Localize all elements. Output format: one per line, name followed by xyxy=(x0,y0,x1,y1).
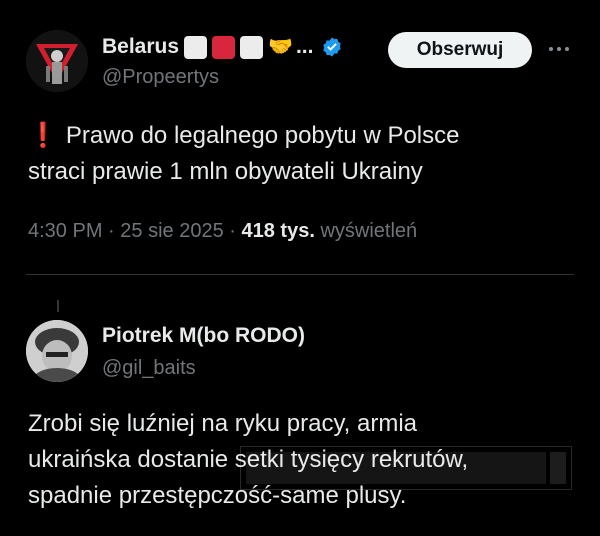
tweet-time[interactable]: 4:30 PM xyxy=(28,220,102,242)
avatar[interactable] xyxy=(26,30,88,92)
reply-text-line: ukraińska dostanie setki tysięcy rekrutó… xyxy=(28,446,469,473)
avatar-image xyxy=(26,320,88,382)
divider xyxy=(26,274,574,275)
author-name-row[interactable]: Belarus 🤝 ... xyxy=(102,34,343,60)
name-truncation: ... xyxy=(295,35,314,58)
views-count[interactable]: 418 tys. xyxy=(242,220,315,242)
reply-author-handle[interactable]: @gil_baits xyxy=(102,357,196,380)
verified-badge-icon xyxy=(323,37,342,57)
avatar-image xyxy=(26,30,88,92)
tweet-text-line: Prawo do legalnego pobytu w Polsce xyxy=(65,122,460,149)
red-square-icon xyxy=(212,35,236,59)
handshake-icon: 🤝 xyxy=(268,36,293,58)
reply-avatar[interactable] xyxy=(26,320,88,382)
author-handle[interactable]: @Propeertys xyxy=(102,66,219,89)
more-options-icon[interactable] xyxy=(544,36,574,62)
reply-text: Zrobi się luźniej na ryku pracy, armia u… xyxy=(28,406,578,514)
tweet-meta: 4:30 PM · 25 sie 2025 · 418 tys. wyświet… xyxy=(28,220,417,243)
views-label: wyświetleń xyxy=(320,220,418,242)
reply-text-line: Zrobi się luźniej na ryku pracy, armia xyxy=(28,410,418,437)
white-square-icon xyxy=(240,35,264,59)
follow-button[interactable]: Obserwuj xyxy=(388,32,532,68)
exclamation-icon: ❗ xyxy=(28,122,58,149)
thread-connector xyxy=(57,300,59,312)
tweet-text-line: straci prawie 1 mln obywateli Ukrainy xyxy=(28,158,423,185)
reply-author-name[interactable]: Piotrek M(bo RODO) xyxy=(102,324,305,348)
white-square-icon xyxy=(184,35,208,59)
tweet-date[interactable]: 25 sie 2025 xyxy=(120,220,223,242)
meta-separator: · xyxy=(108,220,115,242)
reply-text-line: spadnie przestępczość-same plusy. xyxy=(28,482,407,509)
tweet-text: ❗ Prawo do legalnego pobytu w Polsce stra… xyxy=(28,118,568,190)
author-name[interactable]: Belarus xyxy=(102,35,179,59)
meta-separator: · xyxy=(229,220,236,242)
